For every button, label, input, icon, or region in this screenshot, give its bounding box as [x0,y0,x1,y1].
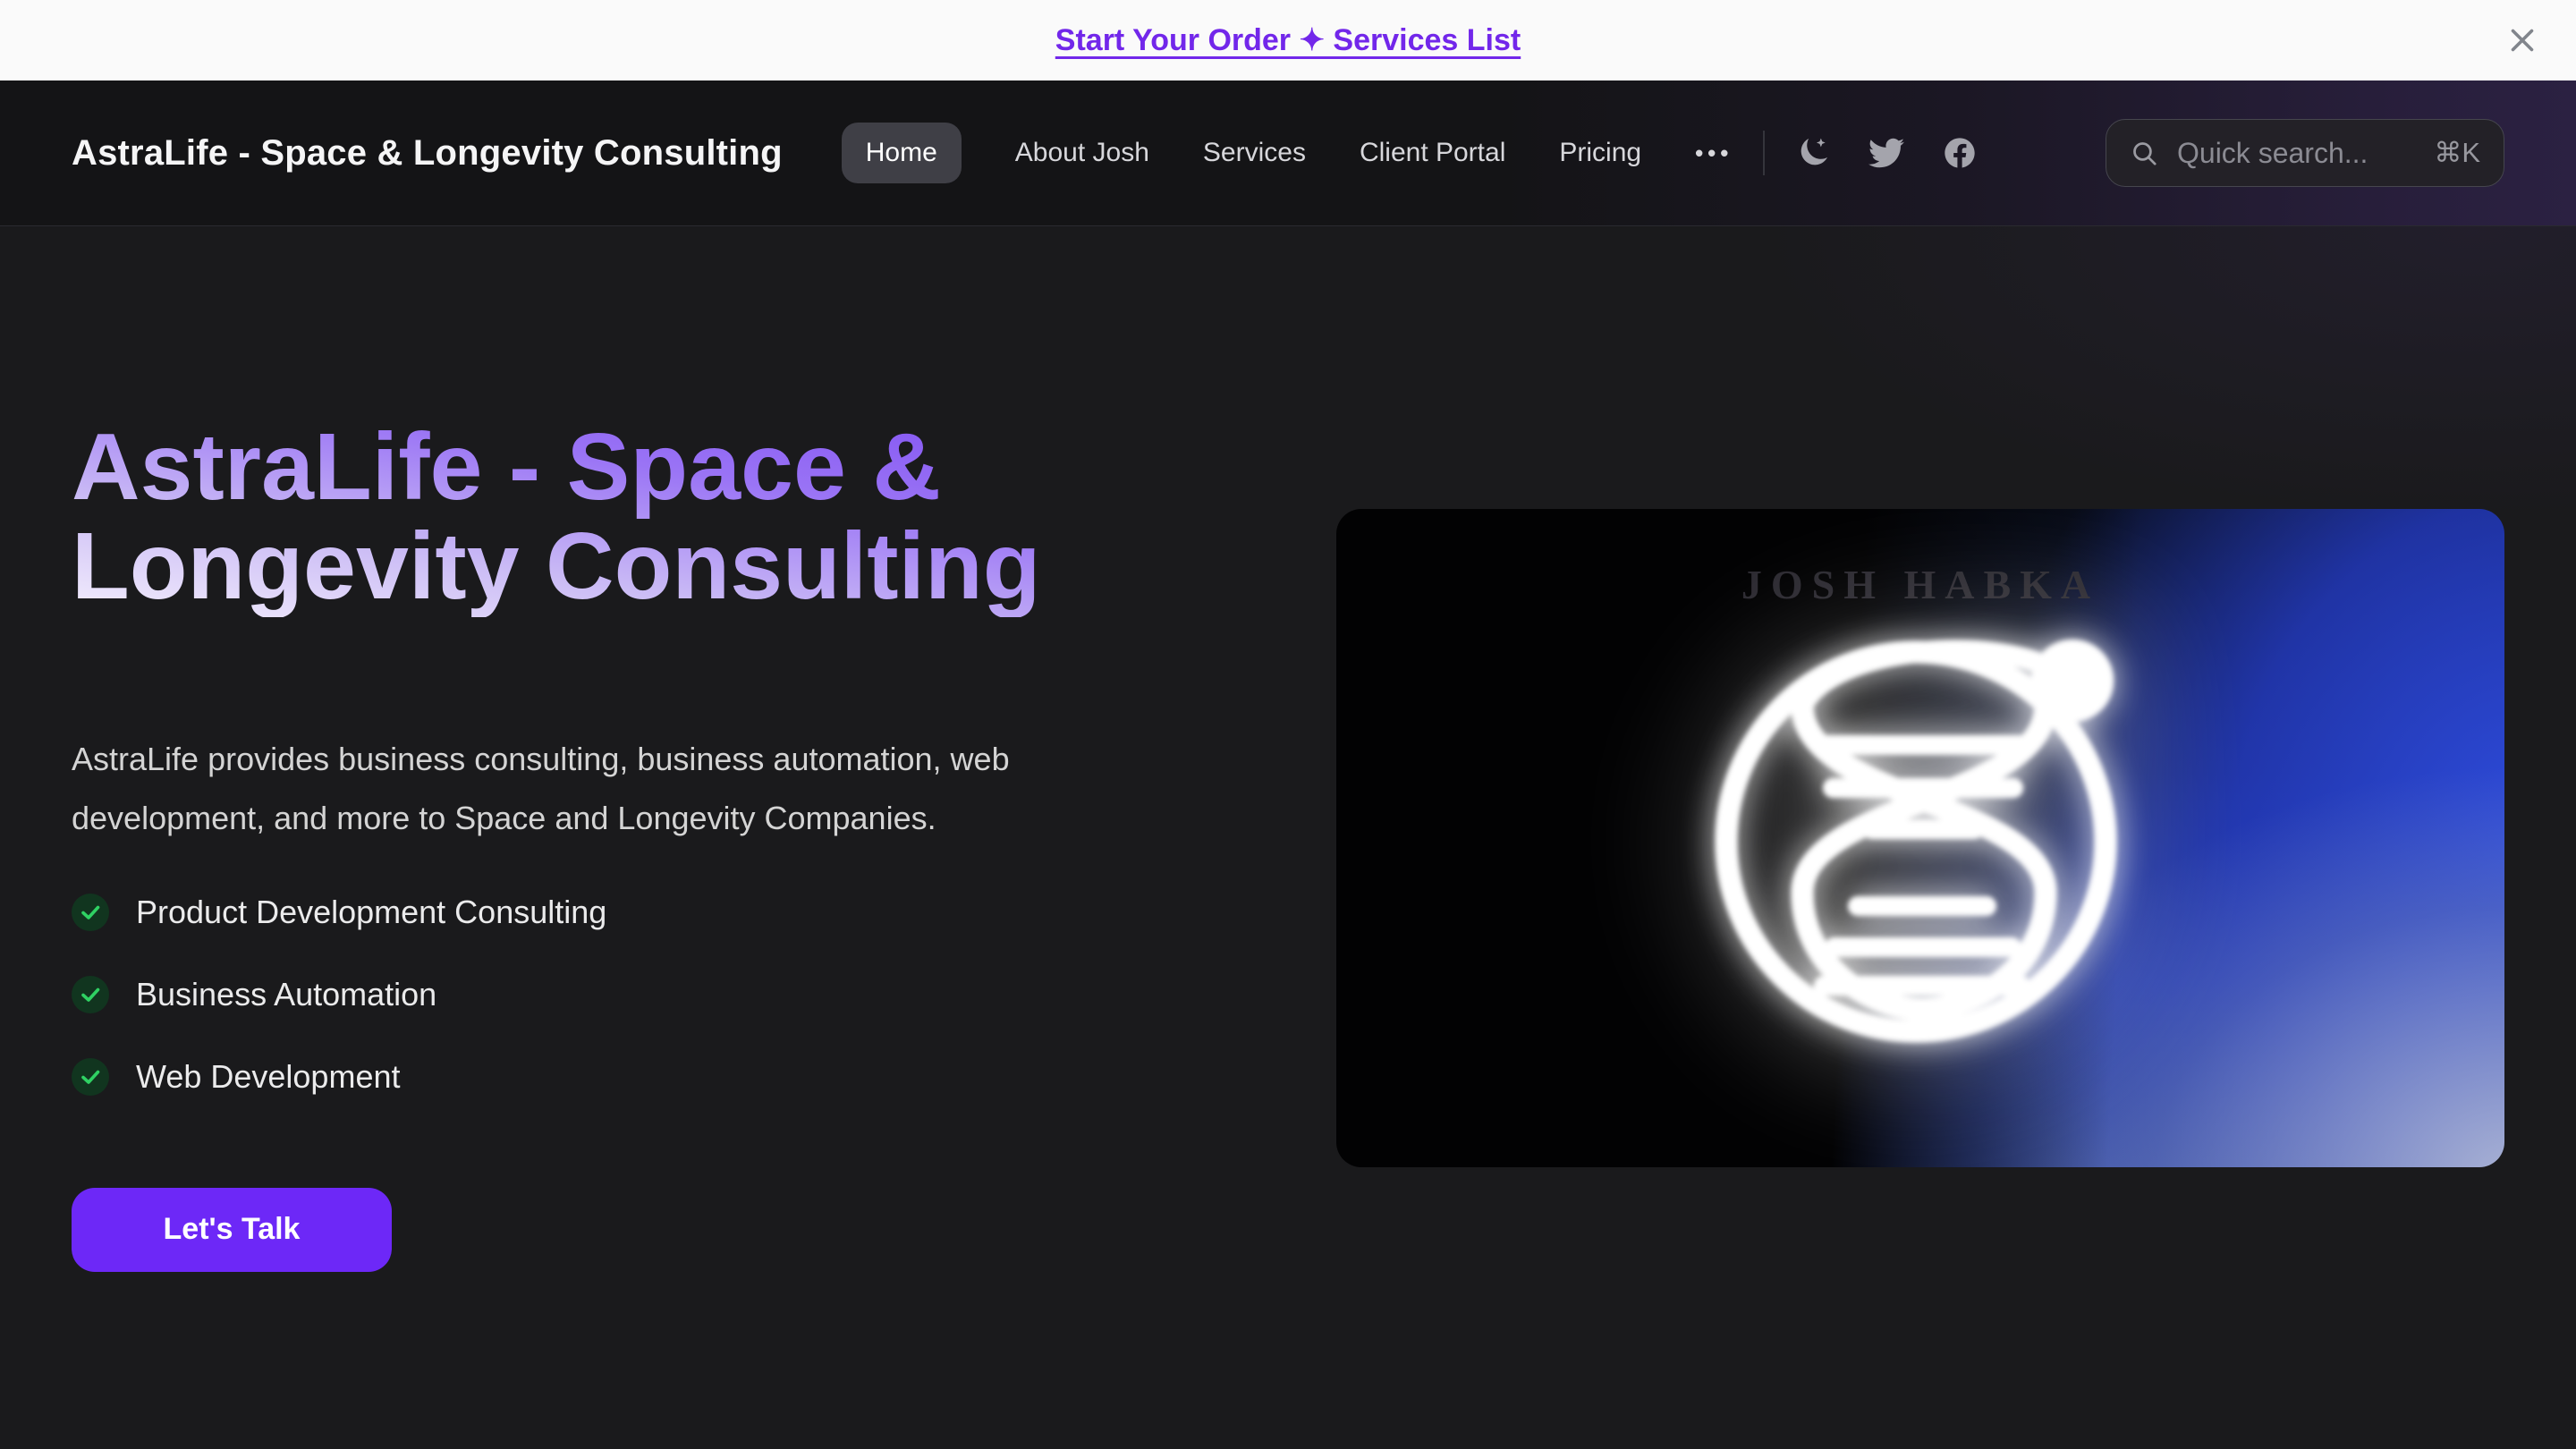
hero-image-card: JOSH HABKA [1336,509,2504,1167]
nav-icon-group [1795,135,1978,171]
brand-title[interactable]: AstraLife - Space & Longevity Consulting [72,133,783,174]
feature-label: Business Automation [136,976,436,1013]
hero-copy: AstraLife - Space & Longevity Consulting… [72,226,1261,1272]
feature-item: Business Automation [72,973,1261,1016]
nav-menu: Home About Josh Services Client Portal P… [842,123,1733,183]
facebook-link[interactable] [1942,135,1978,171]
nav-item-more[interactable]: ••• [1695,140,1733,167]
feature-list: Product Development Consulting Business … [72,891,1261,1098]
nav-item-pricing[interactable]: Pricing [1559,138,1641,168]
feature-item: Web Development [72,1055,1261,1098]
feature-label: Product Development Consulting [136,894,606,931]
nav-item-client-portal[interactable]: Client Portal [1360,138,1505,168]
search-input[interactable] [2177,137,2416,170]
feature-label: Web Development [136,1058,401,1096]
quick-search[interactable]: ⌘K [2106,119,2504,187]
hero-description: AstraLife provides business consulting, … [72,730,1127,848]
feature-item: Product Development Consulting [72,891,1261,934]
facebook-icon [1942,135,1978,171]
navbar: AstraLife - Space & Longevity Consulting… [0,80,2576,226]
twitter-link[interactable] [1868,135,1904,171]
promo-banner: Start Your Order ✦ Services List [0,0,2576,80]
nav-item-services[interactable]: Services [1203,138,1306,168]
search-shortcut-badge: ⌘K [2434,137,2480,169]
moon-icon [1795,135,1831,171]
card-watermark: JOSH HABKA [1336,561,2504,608]
check-icon [72,1058,109,1096]
banner-close-button[interactable] [2497,15,2547,65]
close-icon [2506,24,2538,56]
page-title: AstraLife - Space & Longevity Consulting [72,418,1261,617]
hero-section: AstraLife - Space & Longevity Consulting… [0,226,2576,1272]
nav-item-home[interactable]: Home [842,123,962,183]
search-icon [2130,139,2159,168]
dna-logo-icon [1697,609,2144,1065]
nav-divider [1763,131,1765,175]
check-icon [72,894,109,931]
lets-talk-button[interactable]: Let's Talk [72,1188,392,1272]
nav-item-about-josh[interactable]: About Josh [1015,138,1149,168]
check-icon [72,976,109,1013]
dark-mode-toggle[interactable] [1795,135,1831,171]
twitter-icon [1868,135,1904,171]
promo-banner-link[interactable]: Start Your Order ✦ Services List [1055,22,1521,58]
